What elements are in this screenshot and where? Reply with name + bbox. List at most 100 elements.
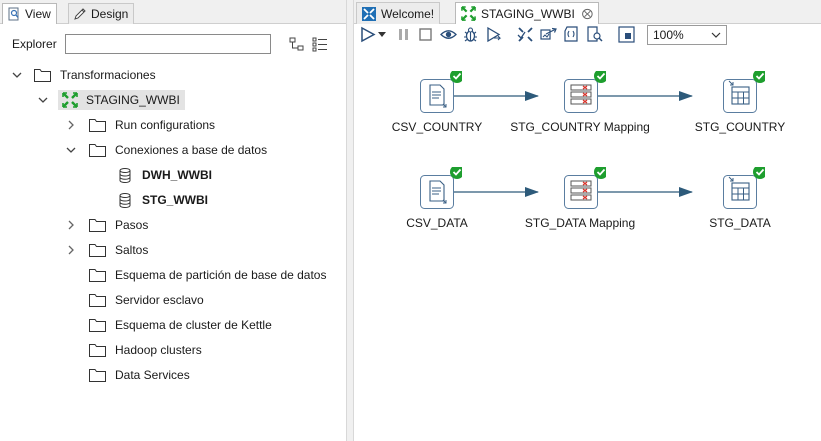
pause-icon[interactable] [395,26,412,43]
tab-view-label: View [25,7,51,21]
tree-label-conexiones: Conexiones a base de datos [115,143,268,157]
stop-icon[interactable] [417,26,434,43]
step-stg-country-mapping[interactable] [564,71,606,113]
tree-node-servidor-esclavo[interactable]: Servidor esclavo [89,290,204,310]
chevron-down-icon [711,32,721,38]
preview-icon[interactable] [440,26,457,43]
step-label-stg-country-mapping: STG_COUNTRY Mapping [510,120,650,134]
step-label-stg-country: STG_COUNTRY [694,120,786,134]
tree-label-staging-wwbi: STAGING_WWBI [86,93,180,107]
view-icon [8,7,19,21]
transformation-icon [62,92,78,108]
tab-view[interactable]: View [2,3,57,24]
explore-db-icon[interactable] [586,26,603,43]
tree-node-transformaciones[interactable]: Transformaciones [12,65,156,85]
tree-label-pasos: Pasos [115,218,149,232]
tab-design-label: Design [91,7,129,21]
tab-staging-wwbi[interactable]: STAGING_WWBI ⨂ [455,2,599,24]
tree-node-staging-wwbi[interactable]: STAGING_WWBI [38,90,185,110]
tree-node-dwh-wwbi[interactable]: DWH_WWBI [119,165,212,185]
folder-icon [89,369,106,382]
transformation-icon [461,6,476,21]
explorer-panel: View Design Explorer Transformaciones ST… [0,0,346,441]
tree-node-stg-wwbi[interactable]: STG_WWBI [119,190,208,210]
mapping-icon [564,71,606,113]
editor-panel: Welcome! STAGING_WWBI ⨂ 100% CSV_COUNTRY… [354,0,821,441]
step-csv-data[interactable] [420,167,462,209]
tree-label-run-configurations: Run configurations [115,118,216,132]
tree-label-servidor-esclavo: Servidor esclavo [115,293,204,307]
chevron-down-icon[interactable] [38,95,48,105]
csv-input-icon [420,71,462,113]
chevron-right-icon[interactable] [66,245,76,255]
folder-icon [89,319,106,332]
step-stg-country[interactable] [723,71,765,113]
tree-node-saltos[interactable]: Saltos [66,240,148,260]
database-icon [119,167,131,183]
show-results-icon[interactable] [618,26,635,43]
step-label-stg-data-mapping: STG_DATA Mapping [524,216,636,230]
replay-icon[interactable] [485,26,502,43]
tree-node-pasos[interactable]: Pasos [66,215,148,235]
tree-node-esquema-cluster[interactable]: Esquema de cluster de Kettle [89,315,272,335]
impact-icon[interactable] [540,26,557,43]
tab-staging-wwbi-label: STAGING_WWBI [481,6,575,21]
spoon-icon [362,6,376,21]
step-stg-data-mapping[interactable] [564,167,606,209]
step-label-csv-country: CSV_COUNTRY [391,120,483,134]
zoom-select[interactable]: 100% [647,25,727,45]
editor-tab-bar: Welcome! STAGING_WWBI ⨂ [354,0,821,24]
tree-node-esquema-particion[interactable]: Esquema de partición de base de datos [89,265,326,285]
tab-design[interactable]: Design [68,3,135,24]
tree-label-data-services: Data Services [115,368,190,382]
step-stg-data[interactable] [723,167,765,209]
tree-label-saltos: Saltos [115,243,149,257]
tree-node-conexiones[interactable]: Conexiones a base de datos [66,140,267,160]
explorer-search-input[interactable] [65,34,271,54]
folder-icon [89,294,106,307]
chevron-right-icon[interactable] [66,120,76,130]
chevron-right-icon[interactable] [66,220,76,230]
tree-label-hadoop-clusters: Hadoop clusters [115,343,202,357]
step-csv-country[interactable] [420,71,462,113]
tree-node-hadoop-clusters[interactable]: Hadoop clusters [89,340,202,360]
folder-icon [34,69,51,82]
mapping-icon [564,167,606,209]
tree-label-dwh-wwbi: DWH_WWBI [142,168,212,182]
chevron-down-icon[interactable] [12,70,22,80]
collapse-all-icon[interactable] [289,36,305,52]
step-label-stg-data: STG_DATA [709,216,771,230]
debug-icon[interactable] [462,26,479,43]
tree-node-data-services[interactable]: Data Services [89,365,190,385]
tree-node-run-configurations[interactable]: Run configurations [66,115,215,135]
folder-icon [89,344,106,357]
folder-icon [89,144,106,157]
tab-welcome[interactable]: Welcome! [356,2,441,24]
pencil-icon [74,8,86,20]
zoom-value: 100% [653,28,684,42]
run-dropdown-icon[interactable] [378,32,386,38]
table-output-icon [723,167,765,209]
tree-selected-item[interactable]: STAGING_WWBI [58,90,185,110]
tree-label-esquema-cluster: Esquema de cluster de Kettle [115,318,272,332]
folder-icon [89,119,106,132]
tab-welcome-label: Welcome! [381,6,435,21]
database-icon [119,192,131,208]
step-label-csv-data: CSV_DATA [406,216,468,230]
folder-icon [89,219,106,232]
transformation-toolbar: 100% [354,24,821,46]
tree-label-transformaciones: Transformaciones [60,68,156,82]
explorer-label: Explorer [12,37,57,51]
panel-splitter[interactable] [346,0,354,441]
expand-list-icon[interactable] [312,36,328,52]
explorer-row: Explorer [0,32,346,58]
folder-icon [89,244,106,257]
run-icon[interactable] [359,26,376,43]
transformation-canvas[interactable]: CSV_COUNTRY STG_COUNTRY Mapping STG_COUN… [354,46,821,441]
table-output-icon [723,71,765,113]
verify-icon[interactable] [517,26,534,43]
tree-label-stg-wwbi: STG_WWBI [142,193,208,207]
chevron-down-icon[interactable] [66,145,76,155]
sql-icon[interactable] [563,26,580,43]
close-tab-icon[interactable]: ⨂ [582,7,593,20]
